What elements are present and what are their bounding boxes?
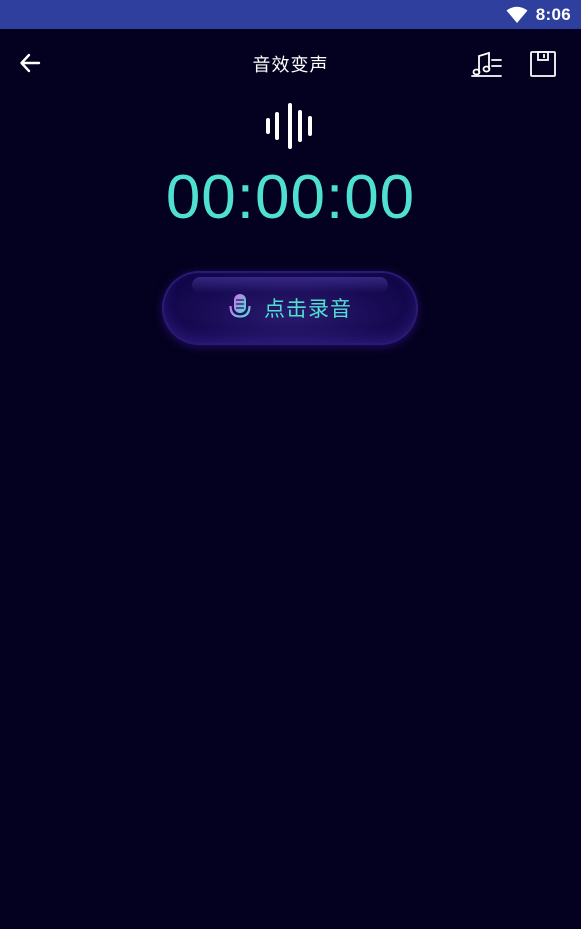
- music-list-icon: [471, 51, 502, 77]
- wifi-icon: [506, 6, 528, 23]
- save-button[interactable]: [526, 47, 560, 81]
- status-time: 8:06: [535, 4, 571, 24]
- sound-wave-icon: [266, 103, 312, 149]
- record-timer: 00:00:00: [165, 163, 416, 232]
- record-button[interactable]: 点击录音: [162, 271, 418, 345]
- microphone-icon: [229, 294, 251, 323]
- save-icon: [530, 51, 556, 77]
- app-bar: 音效变声: [0, 29, 581, 95]
- music-list-button[interactable]: [468, 47, 506, 81]
- status-bar: 8:06: [0, 0, 581, 29]
- record-button-label: 点击录音: [264, 297, 352, 321]
